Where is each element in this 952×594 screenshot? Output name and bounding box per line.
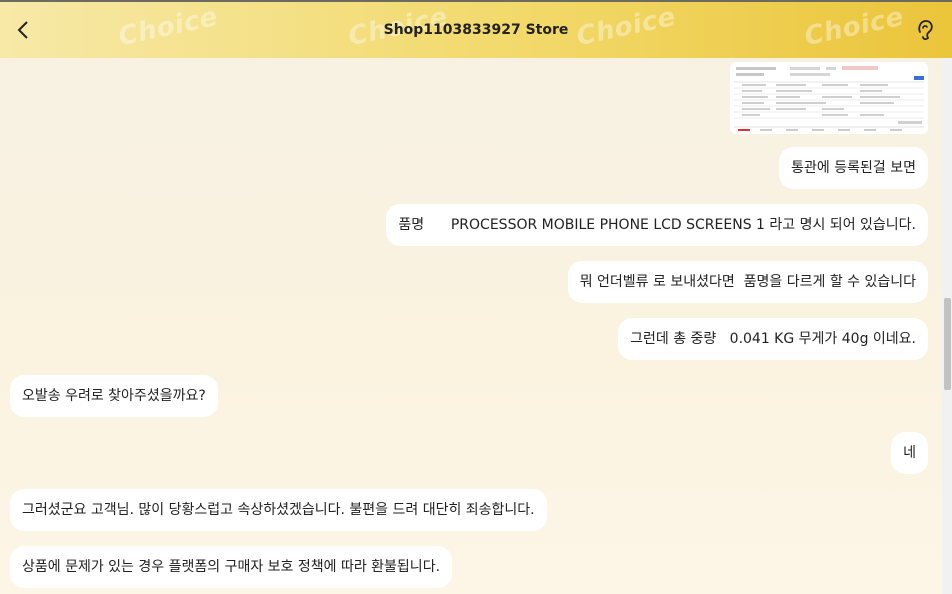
message-bubble-sent: 네 — [891, 432, 928, 474]
message-bubble-received: 오발송 우려로 찾아주셨을까요? — [10, 375, 218, 417]
screenshot-thumbnail-image — [730, 62, 928, 134]
message-bubble-sent: 품명 PROCESSOR MOBILE PHONE LCD SCREENS 1 … — [386, 204, 928, 246]
message-bubble-received: 상품에 문제가 있는 경우 플랫폼의 구매자 보호 정책에 따라 환불됩니다. — [10, 546, 453, 588]
message-bubble-sent: 그런데 총 중량 0.041 KG 무게가 40g 이네요. — [618, 318, 928, 360]
customer-service-icon — [918, 20, 933, 40]
customer-service-button[interactable] — [912, 16, 938, 44]
chat-header: Choice Choice Choice Choice Shop11038339… — [0, 2, 952, 58]
message-bubble-sent: 뭐 언더벨류 로 보내셨다면 품명을 다르게 할 수 있습니다 — [567, 261, 928, 303]
image-message-thumbnail[interactable] — [730, 62, 928, 134]
message-bubble-sent: 통관에 등록된걸 보면 — [779, 147, 928, 189]
scrollbar-thumb[interactable] — [944, 298, 951, 390]
chat-scrollbar[interactable] — [942, 58, 952, 594]
store-title: Shop1103833927 Store — [383, 22, 569, 38]
message-bubble-received: 그러셨군요 고객님. 많이 당황스럽고 속상하셨겠습니다. 불편을 드려 대단히… — [10, 489, 547, 531]
chat-messages[interactable]: 통관에 등록된걸 보면 품명 PROCESSOR MOBILE PHONE LC… — [0, 58, 940, 594]
